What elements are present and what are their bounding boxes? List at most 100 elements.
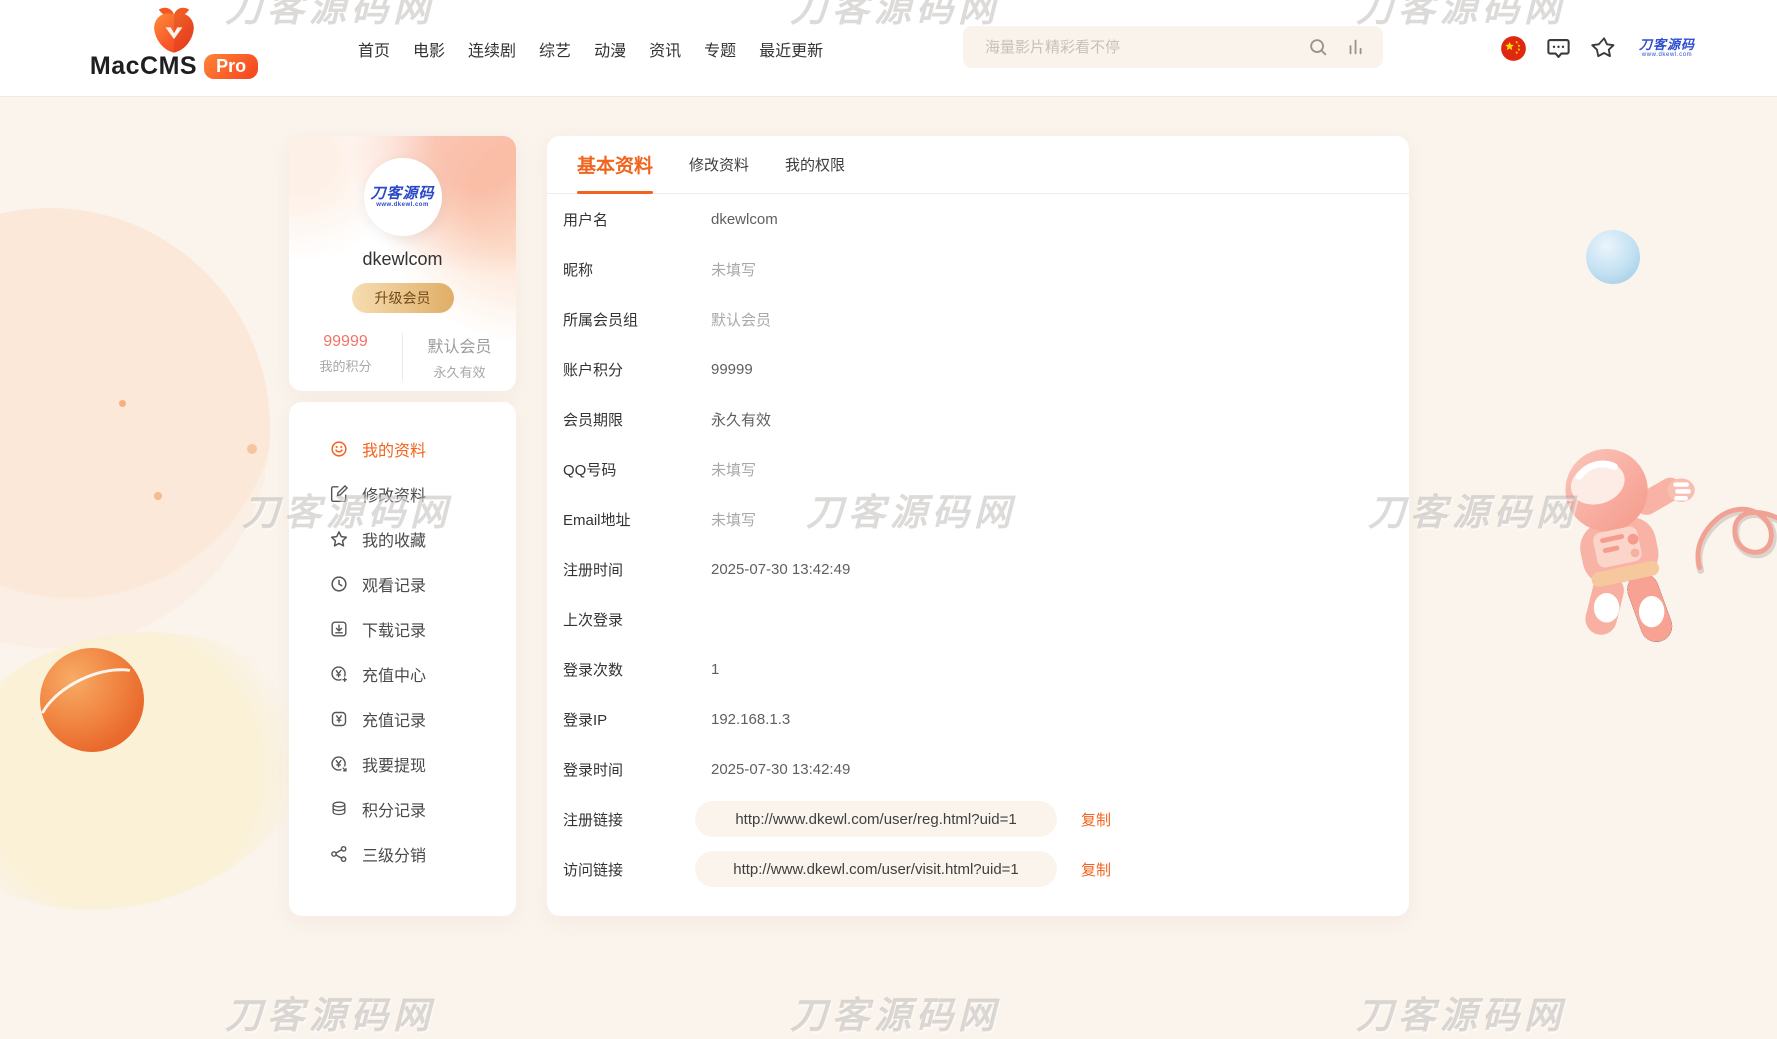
sidebar-item-修改资料[interactable]: 修改资料	[289, 471, 516, 516]
nav-item-连续剧[interactable]: 连续剧	[468, 37, 516, 61]
search-input[interactable]	[985, 39, 1291, 56]
dkewl-logo-url: www.dkewl.com	[1639, 52, 1695, 59]
copy-button[interactable]: 复制	[1081, 809, 1111, 830]
favorites-star-icon[interactable]	[1590, 35, 1617, 62]
field-row: 昵称未填写	[547, 244, 1409, 294]
field-row: 登录IP192.168.1.3	[547, 694, 1409, 744]
field-value: 99999	[711, 361, 753, 378]
username: dkewlcom	[362, 249, 442, 270]
sidebar-item-三级分销[interactable]: 三级分销	[289, 831, 516, 876]
nav-item-动漫[interactable]: 动漫	[594, 37, 626, 61]
upgrade-member-button[interactable]: 升级会员	[352, 283, 454, 313]
sidebar-item-label: 充值记录	[362, 707, 426, 731]
field-row: 登录次数1	[547, 644, 1409, 694]
field-label: 所属会员组	[563, 309, 711, 330]
field-value: 1	[711, 661, 719, 678]
tab-修改资料[interactable]: 修改资料	[689, 136, 749, 193]
field-label: 登录时间	[563, 759, 711, 780]
field-value: 默认会员	[711, 309, 771, 330]
dot-decoration	[119, 400, 126, 407]
field-label: 上次登录	[563, 609, 711, 630]
site-logo[interactable]: MacCMS Pro	[96, 2, 252, 81]
share-icon	[329, 844, 349, 864]
china-flag-icon[interactable]	[1500, 35, 1527, 62]
field-value: 未填写	[711, 459, 756, 480]
watermark-text: 刀客源码网	[790, 985, 1000, 1039]
stat-label: 我的积分	[289, 356, 402, 375]
smile-icon	[329, 439, 349, 459]
copy-button[interactable]: 复制	[1081, 859, 1111, 880]
background-blob	[0, 594, 337, 948]
link-value[interactable]: http://www.dkewl.com/user/visit.html?uid…	[695, 851, 1057, 887]
dot-decoration	[247, 444, 257, 454]
watermark-text: 刀客源码网	[225, 985, 435, 1039]
dkewl-logo[interactable]: 刀客源码 www.dkewl.com	[1639, 38, 1695, 59]
tab-我的权限[interactable]: 我的权限	[785, 136, 845, 193]
nav-item-最近更新[interactable]: 最近更新	[759, 37, 823, 61]
avatar[interactable]: 刀客源码 www.dkewl.com	[364, 158, 442, 236]
nav-item-资讯[interactable]: 资讯	[649, 37, 681, 61]
sidebar-item-label: 我要提现	[362, 752, 426, 776]
orange-sphere-decoration	[40, 648, 144, 752]
clock-icon	[329, 574, 349, 594]
field-row: 账户积分99999	[547, 344, 1409, 394]
tab-基本资料[interactable]: 基本资料	[577, 136, 653, 193]
nav-item-综艺[interactable]: 综艺	[539, 37, 571, 61]
edit-icon	[329, 484, 349, 504]
sidebar-item-label: 观看记录	[362, 572, 426, 596]
ranking-bars-icon[interactable]	[1345, 36, 1367, 58]
field-value: 未填写	[711, 509, 756, 530]
field-row: Email地址未填写	[547, 494, 1409, 544]
blue-circle-decoration	[1586, 230, 1640, 284]
profile-stat: 99999 我的积分	[289, 333, 403, 381]
stat-value: 99999	[289, 333, 402, 351]
profile-card: 刀客源码 www.dkewl.com dkewlcom 升级会员 99999 我的…	[289, 136, 516, 391]
field-label: QQ号码	[563, 459, 711, 480]
sidebar-item-充值中心[interactable]: 充值中心	[289, 651, 516, 696]
download-icon	[329, 619, 349, 639]
link-row: 注册链接http://www.dkewl.com/user/reg.html?u…	[547, 794, 1409, 844]
stat-value: 默认会员	[403, 333, 516, 357]
field-row: 所属会员组默认会员	[547, 294, 1409, 344]
sidebar-menu-card: 我的资料修改资料我的收藏观看记录下载记录充值中心充值记录我要提现积分记录三级分销	[289, 402, 516, 916]
sidebar-item-label: 充值中心	[362, 662, 426, 686]
sidebar-item-充值记录[interactable]: 充值记录	[289, 696, 516, 741]
nav-item-专题[interactable]: 专题	[704, 37, 736, 61]
sidebar-item-label: 积分记录	[362, 797, 426, 821]
astronaut-illustration	[1538, 428, 1777, 666]
profile-stats: 99999 我的积分默认会员永久有效	[289, 333, 516, 381]
profile-stat: 默认会员永久有效	[403, 333, 516, 381]
messages-icon[interactable]	[1545, 35, 1572, 62]
nav-item-首页[interactable]: 首页	[358, 37, 390, 61]
field-row: 上次登录	[547, 594, 1409, 644]
field-label: 会员期限	[563, 409, 711, 430]
avatar-logo-text: 刀客源码	[370, 185, 434, 202]
field-row: 注册时间2025-07-30 13:42:49	[547, 544, 1409, 594]
header-icons: 刀客源码 www.dkewl.com	[1500, 0, 1695, 97]
sidebar-item-我要提现[interactable]: 我要提现	[289, 741, 516, 786]
search-icon[interactable]	[1307, 36, 1329, 58]
nav-item-电影[interactable]: 电影	[413, 37, 445, 61]
sidebar-item-label: 三级分销	[362, 842, 426, 866]
field-value: 永久有效	[711, 409, 771, 430]
brand-badge: Pro	[204, 54, 258, 79]
field-label: 登录次数	[563, 659, 711, 680]
field-label: 注册时间	[563, 559, 711, 580]
sidebar-item-下载记录[interactable]: 下载记录	[289, 606, 516, 651]
profile-main-card: 基本资料修改资料我的权限 用户名dkewlcom昵称未填写所属会员组默认会员账户…	[547, 136, 1409, 916]
field-label: 登录IP	[563, 709, 711, 730]
dkewl-logo-title: 刀客源码	[1639, 38, 1695, 52]
field-value: 192.168.1.3	[711, 711, 790, 728]
sidebar-item-我的收藏[interactable]: 我的收藏	[289, 516, 516, 561]
recharge-record-icon	[329, 709, 349, 729]
avatar-logo-url: www.dkewl.com	[376, 202, 429, 209]
field-value: dkewlcom	[711, 211, 778, 228]
sidebar-item-label: 修改资料	[362, 482, 426, 506]
sidebar-item-积分记录[interactable]: 积分记录	[289, 786, 516, 831]
recharge-icon	[329, 664, 349, 684]
sidebar-item-我的资料[interactable]: 我的资料	[289, 426, 516, 471]
watermark-text: 刀客源码网	[1356, 985, 1566, 1039]
sidebar-item-观看记录[interactable]: 观看记录	[289, 561, 516, 606]
header: MacCMS Pro 首页电影连续剧综艺动漫资讯专题最近更新	[0, 0, 1777, 97]
link-value[interactable]: http://www.dkewl.com/user/reg.html?uid=1	[695, 801, 1057, 837]
